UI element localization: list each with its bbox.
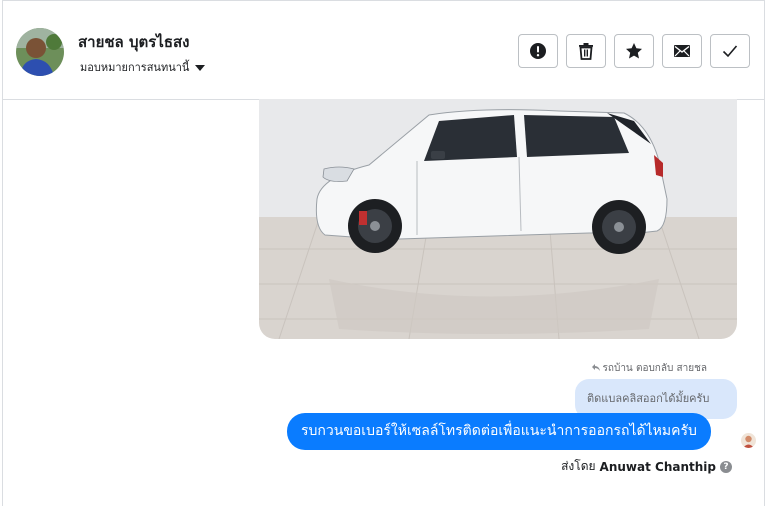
check-icon	[722, 44, 738, 58]
car-photo-attachment[interactable]	[259, 99, 737, 339]
star-icon	[625, 42, 643, 60]
trash-icon	[578, 42, 594, 60]
sent-by-prefix: ส่งโดย	[561, 459, 596, 473]
exclamation-icon	[529, 42, 547, 60]
caret-down-icon	[195, 64, 206, 71]
contact-name: สายชล บุตรไธสง	[78, 33, 190, 51]
conversation-header: สายชล บุตรไธสง มอบหมายการสนทนานี้	[3, 1, 764, 100]
assign-conversation-dropdown[interactable]: มอบหมายการสนทนานี้	[80, 58, 206, 76]
help-icon[interactable]: ?	[720, 460, 732, 473]
header-actions	[518, 34, 750, 68]
message-bubble[interactable]: รบกวนขอเบอร์ให้เซลล์โทรติดต่อเพื่อแนะนำก…	[287, 413, 711, 450]
mark-done-button[interactable]	[710, 34, 750, 68]
envelope-icon	[673, 44, 691, 58]
delete-button[interactable]	[566, 34, 606, 68]
reply-meta-text: รถบ้าน ตอบกลับ สายชล	[602, 363, 707, 374]
reply-meta: รถบ้าน ตอบกลับ สายชล	[591, 361, 707, 376]
assign-label: มอบหมายการสนทนานี้	[80, 61, 190, 74]
contact-avatar[interactable]	[16, 28, 64, 76]
sent-by: ส่งโดย Anuwat Chanthip ?	[561, 457, 732, 476]
reply-arrow-icon	[591, 363, 601, 375]
sender-avatar	[741, 433, 756, 448]
report-button[interactable]	[518, 34, 558, 68]
sent-by-name: Anuwat Chanthip	[599, 459, 716, 474]
conversation-panel: สายชล บุตรไธสง มอบหมายการสนทนานี้ รถบ้าน…	[2, 0, 765, 506]
star-button[interactable]	[614, 34, 654, 68]
mark-unread-button[interactable]	[662, 34, 702, 68]
